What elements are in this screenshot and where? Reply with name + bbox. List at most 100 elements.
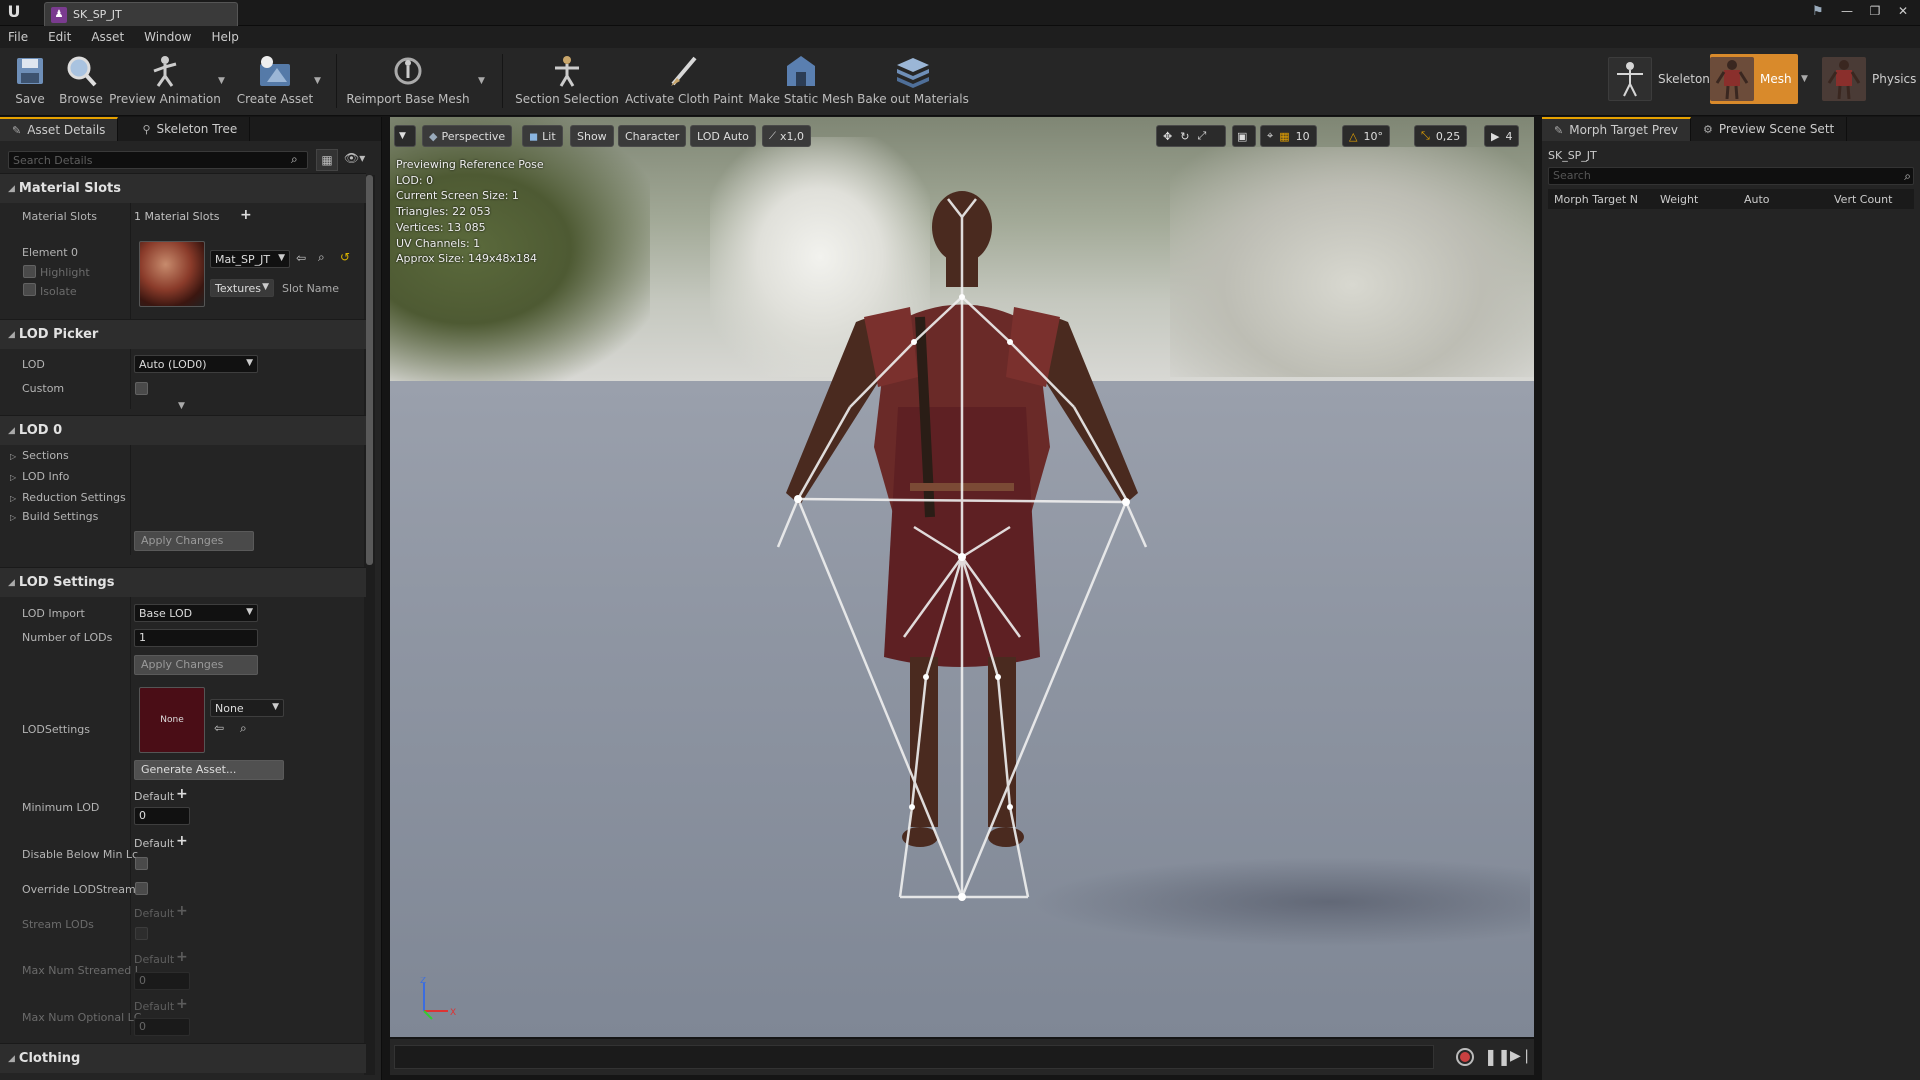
tab-skeleton-tree[interactable]: ⚲ Skeleton Tree	[118, 117, 251, 141]
section-selection-button[interactable]: Section Selection	[515, 52, 619, 112]
column-weight[interactable]: Weight	[1660, 193, 1698, 206]
max-streamed-field: 0	[134, 972, 190, 990]
category-lod-settings[interactable]: ◢ LOD Settings	[0, 567, 366, 597]
add-material-slot-icon[interactable]: +	[240, 207, 252, 223]
document-tab[interactable]: ♟ SK_SP_JT	[44, 2, 238, 26]
tab-asset-details[interactable]: ✎ Asset Details	[0, 117, 119, 141]
lod-settings-apply-changes-button[interactable]: Apply Changes	[134, 655, 258, 675]
morph-search-input[interactable]: Search ⌕	[1548, 167, 1914, 185]
column-morph-target-name[interactable]: Morph Target N	[1554, 193, 1638, 206]
number-of-lods-label: Number of LODs	[22, 631, 113, 644]
use-selected-arrow-icon[interactable]: ⇦	[296, 251, 306, 265]
scale-snap-control[interactable]: ⤡ 0,25	[1414, 125, 1468, 147]
add-override-icon[interactable]: +	[176, 833, 188, 849]
activate-cloth-paint-button[interactable]: Activate Cloth Paint	[625, 52, 743, 112]
lod0-build-settings-row[interactable]: ▷ Build Settings	[10, 510, 98, 523]
browse-button[interactable]: Browse	[58, 52, 104, 112]
tab-morph-target-preview[interactable]: ✎ Morph Target Prev	[1542, 117, 1692, 141]
number-of-lods-field[interactable]: 1	[134, 629, 258, 647]
lod-auto-button[interactable]: LOD Auto	[690, 125, 756, 147]
use-selected-arrow-icon[interactable]: ⇦	[214, 721, 224, 735]
lod-import-dropdown[interactable]: Base LOD ▼	[134, 604, 258, 622]
preview-animation-dropdown-icon[interactable]: ▼	[218, 76, 228, 86]
category-clothing[interactable]: ◢ Clothing	[0, 1043, 366, 1073]
browse-asset-icon[interactable]: ⌕	[318, 250, 325, 265]
lit-button[interactable]: ◼ Lit	[522, 125, 563, 147]
mode-physics-button[interactable]: Physics	[1822, 54, 1916, 104]
details-scrollbar[interactable]	[366, 175, 373, 565]
add-override-icon[interactable]: +	[176, 786, 188, 802]
override-lod-streaming-checkbox[interactable]	[135, 882, 148, 895]
menu-file[interactable]: File	[8, 30, 28, 44]
create-asset-dropdown-icon[interactable]: ▼	[314, 76, 324, 86]
menu-help[interactable]: Help	[211, 30, 238, 44]
lodsettings-dropdown[interactable]: None ▼	[210, 699, 284, 717]
material-thumbnail[interactable]	[139, 241, 205, 307]
minimize-button[interactable]: —	[1838, 3, 1856, 19]
screen-size-stat: Current Screen Size: 1	[396, 189, 519, 203]
save-button[interactable]: Save	[10, 52, 50, 112]
stream-lods-label: Stream LODs	[22, 918, 94, 931]
lod0-sections-row[interactable]: ▷ Sections	[10, 449, 69, 462]
mode-mesh-button[interactable]: Mesh	[1710, 54, 1798, 104]
column-auto[interactable]: Auto	[1744, 193, 1770, 206]
lodsettings-thumbnail[interactable]: None	[139, 687, 205, 753]
grid-snap-control[interactable]: ⌖ ▦ 10	[1260, 125, 1317, 147]
character-button[interactable]: Character	[618, 125, 687, 147]
isolate-checkbox[interactable]	[23, 283, 36, 296]
textures-dropdown[interactable]: Textures ▼	[210, 279, 274, 297]
disable-below-checkbox[interactable]	[135, 857, 148, 870]
perspective-button[interactable]: ◆ Perspective	[422, 125, 513, 147]
material-dropdown[interactable]: Mat_SP_JT ▼	[210, 250, 290, 268]
menu-window[interactable]: Window	[144, 30, 191, 44]
coordinate-system-button[interactable]: ▣	[1232, 125, 1256, 147]
view-options-icon[interactable]: 👁▾	[344, 151, 365, 165]
menu-asset[interactable]: Asset	[91, 30, 124, 44]
pause-icon[interactable]: ❚❚	[1484, 1047, 1511, 1066]
category-lod-0[interactable]: ◢ LOD 0	[0, 415, 366, 445]
minimum-lod-field[interactable]: 0	[134, 807, 190, 825]
preview-animation-button[interactable]: Preview Animation	[109, 52, 221, 112]
expand-advanced-icon[interactable]: ▼	[178, 401, 185, 411]
close-button[interactable]: ✕	[1894, 3, 1912, 19]
tab-preview-scene-settings[interactable]: ⚙ Preview Scene Sett	[1691, 117, 1848, 141]
column-vert-count[interactable]: Vert Count	[1834, 193, 1892, 206]
menu-edit[interactable]: Edit	[48, 30, 71, 44]
notification-icon[interactable]: ⚑	[1812, 4, 1830, 20]
playback-speed-button[interactable]: ⟋ x1,0	[762, 125, 812, 147]
details-search-input[interactable]: Search Details ⌕	[8, 151, 308, 169]
character-mesh[interactable]	[390, 117, 1534, 1037]
step-forward-icon[interactable]: ▶❘	[1510, 1048, 1533, 1064]
maximize-button[interactable]: ❐	[1866, 3, 1884, 19]
lod0-apply-changes-button[interactable]: Apply Changes	[134, 531, 254, 551]
highlight-checkbox[interactable]	[23, 265, 36, 278]
scale-icon[interactable]: ⤢	[1197, 129, 1206, 143]
reset-arrow-icon[interactable]: ↺	[340, 250, 350, 264]
transform-tools: ✥ ↻ ⤢	[1156, 125, 1226, 147]
rotation-snap-control[interactable]: △ 10°	[1342, 125, 1390, 147]
reimport-base-mesh-button[interactable]: Reimport Base Mesh	[346, 52, 470, 112]
property-matrix-icon[interactable]: ▦	[316, 149, 338, 171]
viewport[interactable]: ▼ ◆ Perspective ◼ Lit Show Character LOD A…	[390, 117, 1534, 1037]
mesh-mode-dropdown-icon[interactable]: ▼	[1801, 74, 1811, 84]
reimport-dropdown-icon[interactable]: ▼	[478, 76, 488, 86]
category-lod-picker[interactable]: ◢ LOD Picker	[0, 319, 366, 349]
generate-asset-button[interactable]: Generate Asset...	[134, 760, 284, 780]
show-button[interactable]: Show	[570, 125, 614, 147]
viewport-options-button[interactable]: ▼	[394, 125, 416, 147]
mode-skeleton-button[interactable]: Skeleton	[1608, 54, 1710, 104]
timeline-track[interactable]	[394, 1045, 1434, 1069]
create-asset-button[interactable]: Create Asset	[236, 52, 314, 112]
camera-speed-control[interactable]: ▶ 4	[1484, 125, 1520, 147]
record-button[interactable]	[1456, 1048, 1474, 1066]
rotate-icon[interactable]: ↻	[1180, 130, 1189, 143]
make-static-mesh-button[interactable]: Make Static Mesh	[748, 52, 854, 112]
lod0-reduction-settings-row[interactable]: ▷ Reduction Settings	[10, 491, 126, 504]
translate-icon[interactable]: ✥	[1163, 130, 1172, 143]
browse-asset-icon[interactable]: ⌕	[240, 721, 247, 736]
custom-checkbox[interactable]	[135, 382, 148, 395]
lod0-lod-info-row[interactable]: ▷ LOD Info	[10, 470, 69, 483]
lod-dropdown[interactable]: Auto (LOD0) ▼	[134, 355, 258, 373]
category-material-slots[interactable]: ◢ Material Slots	[0, 173, 366, 203]
bake-out-materials-button[interactable]: Bake out Materials	[857, 52, 969, 112]
